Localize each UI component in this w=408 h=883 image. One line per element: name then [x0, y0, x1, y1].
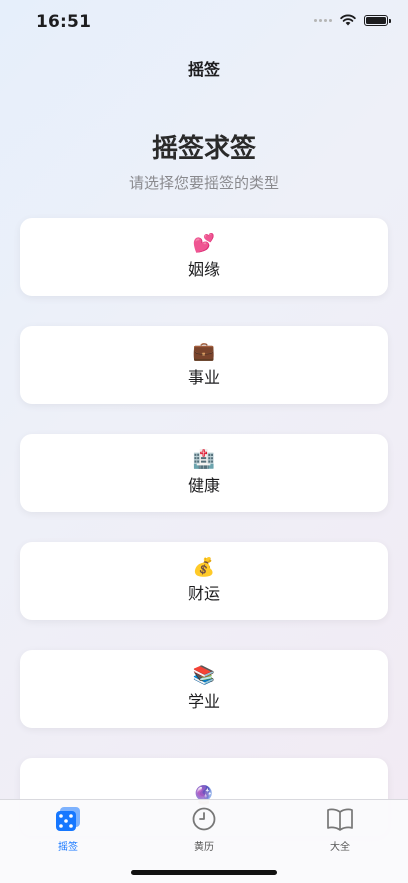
status-bar: 16:51 — [0, 0, 408, 44]
tab-label: 摇签 — [58, 842, 78, 853]
category-card-study[interactable]: 📚 学业 — [20, 650, 388, 728]
hospital-icon: 🏥 — [192, 449, 216, 470]
clock-icon — [192, 807, 216, 831]
category-card-wealth[interactable]: 💰 财运 — [20, 542, 388, 620]
tab-label: 大全 — [330, 842, 350, 853]
category-label: 姻缘 — [187, 260, 220, 279]
category-card-marriage[interactable]: 💕 姻缘 — [20, 218, 388, 296]
category-list: 💕 姻缘 💼 事业 🏥 健康 💰 财运 📚 学业 🔮 — [20, 218, 388, 866]
dice-icon — [56, 807, 80, 831]
category-label: 事业 — [187, 368, 220, 387]
category-label: 健康 — [187, 476, 220, 495]
book-icon — [327, 808, 353, 831]
books-icon: 📚 — [192, 665, 216, 686]
page-title: 摇签求签 — [151, 134, 256, 164]
page-subtitle: 请选择您要摇签的类型 — [128, 174, 279, 192]
category-label: 财运 — [187, 584, 220, 603]
tab-label: 黄历 — [194, 842, 214, 853]
status-time: 16:51 — [36, 12, 92, 32]
category-card-career[interactable]: 💼 事业 — [20, 326, 388, 404]
hearts-icon: 💕 — [192, 233, 216, 254]
battery-icon — [364, 14, 391, 26]
tab-bar: 摇签 黄历 大全 — [0, 799, 408, 883]
cellular-signal-icon — [314, 18, 332, 22]
tab-almanac[interactable]: 黄历 — [164, 806, 244, 853]
home-indicator — [131, 870, 277, 875]
status-icons — [314, 14, 391, 26]
briefcase-icon: 💼 — [192, 341, 216, 362]
money-bag-icon: 💰 — [192, 557, 216, 578]
wifi-icon — [340, 14, 356, 26]
tab-shake[interactable]: 摇签 — [28, 806, 108, 853]
nav-title: 摇签 — [187, 60, 220, 79]
category-card-health[interactable]: 🏥 健康 — [20, 434, 388, 512]
tab-all[interactable]: 大全 — [300, 806, 380, 853]
category-label: 学业 — [187, 692, 220, 711]
